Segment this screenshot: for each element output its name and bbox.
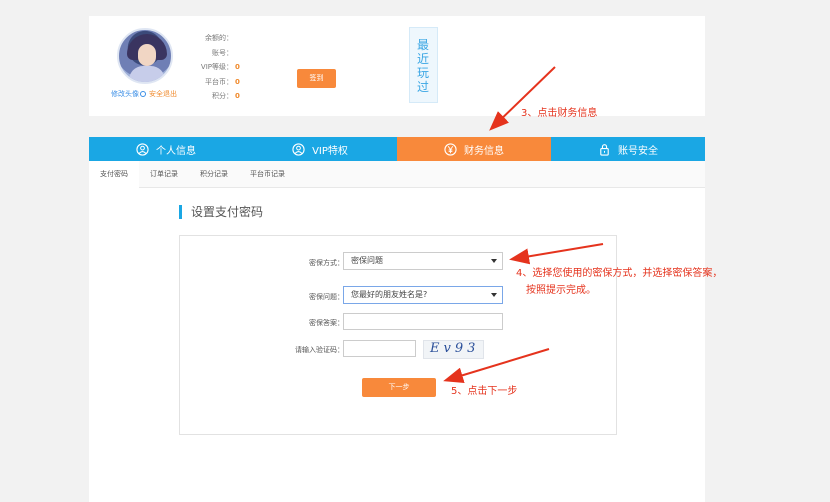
method-label: 密保方式： <box>309 259 344 267</box>
info-row-vip-level: VIP等级： 0 <box>200 63 240 71</box>
subtab-points[interactable]: 积分记录 <box>189 161 239 188</box>
user-circle-icon <box>136 142 149 156</box>
annotation-step3: 3、点击财务信息 <box>521 108 598 119</box>
edit-avatar-link[interactable]: 修改头像 <box>111 89 146 99</box>
avatar[interactable] <box>117 28 173 84</box>
content-panel: 支付密码 订单记录 积分记录 平台币记录 设置支付密码 密保方式： 密保问题 密… <box>89 161 705 502</box>
subtab-orders[interactable]: 订单记录 <box>139 161 189 188</box>
tab-personal-info[interactable]: 个人信息 <box>89 137 243 161</box>
signin-button[interactable]: 签到 <box>297 69 336 88</box>
method-select[interactable]: 密保问题 <box>343 252 503 270</box>
captcha-label: 请输入验证码： <box>295 346 344 354</box>
question-label: 密保问题： <box>309 293 344 301</box>
chevron-down-icon <box>491 259 497 263</box>
main-nav: 个人信息 VIP特权 财务信息 账号安全 <box>89 137 705 161</box>
answer-label: 密保答案： <box>309 319 344 327</box>
tab-finance-info[interactable]: 财务信息 <box>397 137 551 161</box>
answer-input[interactable] <box>343 313 503 330</box>
annotation-step4-line1: 4、选择您使用的密保方式，并选择密保答案， <box>516 268 723 279</box>
recent-played-label: 最近玩过 <box>417 38 430 94</box>
captcha-input[interactable] <box>343 340 416 357</box>
annotation-step4-line2: 按照提示完成。 <box>526 285 596 296</box>
subtab-platform-coins[interactable]: 平台币记录 <box>239 161 296 188</box>
sub-tabs: 支付密码 订单记录 积分记录 平台币记录 <box>89 161 705 188</box>
pay-password-form: 密保方式： 密保问题 密保问题： 您最好的朋友姓名是? 密保答案： 请输入验证码… <box>179 235 617 435</box>
tab-account-security[interactable]: 账号安全 <box>551 137 705 161</box>
vip-user-icon <box>292 142 305 156</box>
captcha-image[interactable]: Ev93 <box>423 340 484 359</box>
info-row-balance: 余额的： <box>205 34 233 42</box>
lock-icon <box>600 143 609 156</box>
info-row-platform-coins: 平台币： 0 <box>205 77 240 86</box>
info-row-account: 账号： <box>212 48 233 57</box>
annotation-step5: 5、点击下一步 <box>451 386 518 397</box>
question-select[interactable]: 您最好的朋友姓名是? <box>343 286 503 304</box>
tab-vip-privileges[interactable]: VIP特权 <box>243 137 397 161</box>
yen-coin-icon <box>444 142 457 156</box>
next-step-button[interactable]: 下一步 <box>362 378 436 397</box>
section-title: 设置支付密码 <box>179 205 263 219</box>
settings-icon <box>140 91 146 97</box>
info-row-points: 积分： 0 <box>212 92 240 100</box>
recent-played-panel[interactable]: 最近玩过 <box>409 27 438 103</box>
profile-card: 修改头像 安全退出 余额的： 账号： VIP等级： 0 平台币： 0 积分： 0… <box>89 16 705 116</box>
subtab-pay-password[interactable]: 支付密码 <box>89 161 139 188</box>
chevron-down-icon <box>491 293 497 297</box>
account-info-list: 余额的： 账号： VIP等级： 0 平台币： 0 积分： 0 <box>193 31 240 104</box>
logout-link[interactable]: 安全退出 <box>149 89 177 99</box>
